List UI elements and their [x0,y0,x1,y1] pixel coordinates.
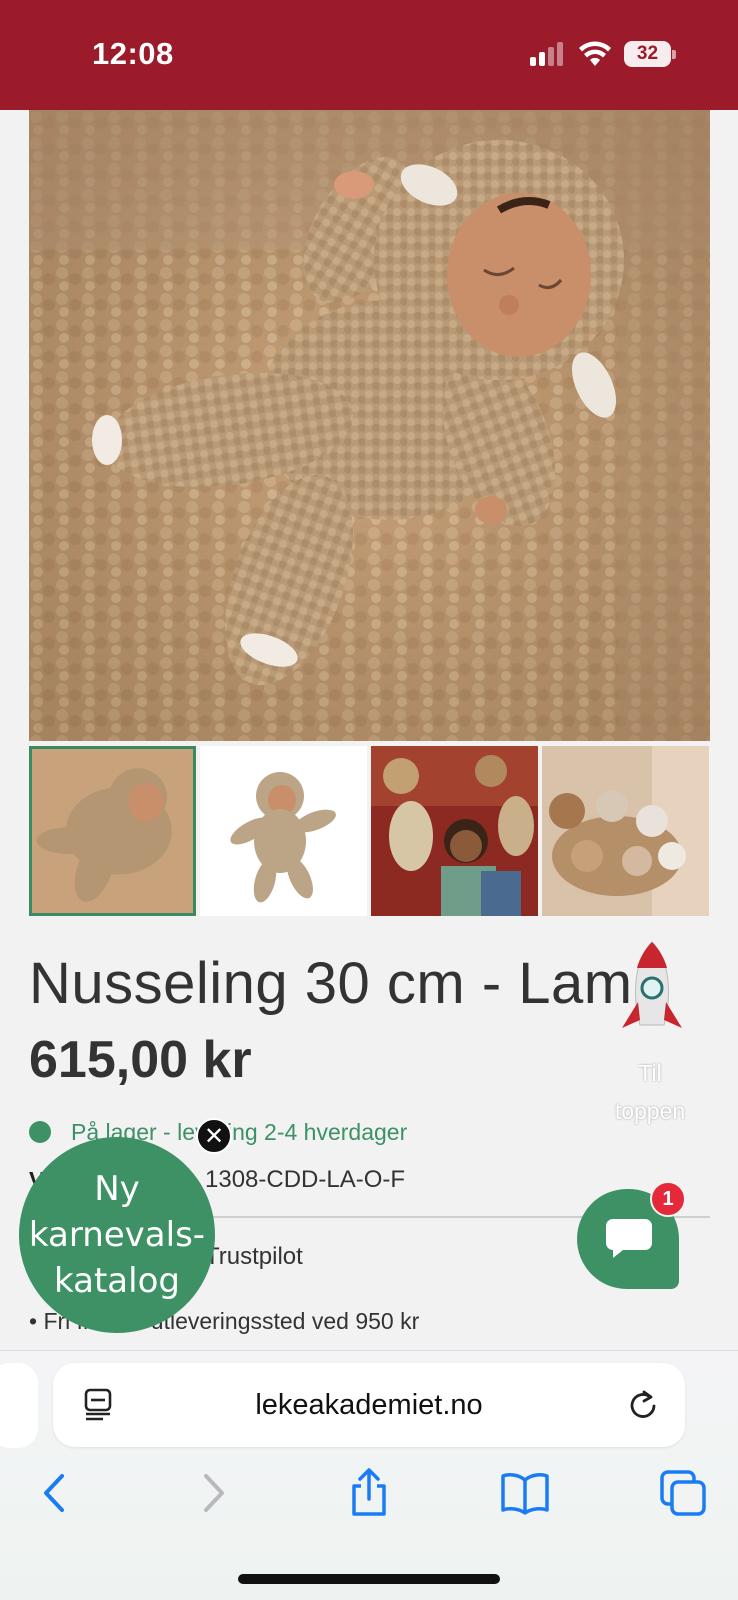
carnival-catalog-badge[interactable]: Ny karnevals- katalog [19,1137,215,1333]
status-bar: 12:08 32 [0,0,738,110]
close-icon[interactable]: ✕ [196,1118,232,1154]
scroll-to-top-label-line2: toppen [614,1098,686,1124]
chat-bubble-icon [606,1219,652,1258]
previous-tab-preview[interactable] [0,1363,38,1448]
forward-icon[interactable] [188,1468,238,1518]
back-icon[interactable] [30,1468,80,1518]
thumbnail-3[interactable] [371,746,538,916]
reload-icon[interactable] [627,1389,659,1421]
in-stock-dot-icon [29,1121,51,1143]
thumbnail-2[interactable] [200,746,367,916]
trustpilot-link[interactable]: Trustpilot [205,1243,303,1271]
thumbnail-gallery [29,746,710,916]
bookmarks-icon[interactable] [500,1468,550,1518]
product-price: 615,00 kr [29,1031,252,1089]
scroll-to-top-button[interactable]: Til toppen [590,1054,710,1130]
wifi-icon [579,41,611,66]
cellular-signal-icon [530,42,566,66]
status-time: 12:08 [92,36,174,71]
tabs-icon[interactable] [658,1468,708,1518]
product-title: Nusseling 30 cm - Lam [29,951,633,1016]
battery-level: 32 [624,41,671,67]
share-icon[interactable] [344,1468,394,1518]
home-indicator[interactable] [238,1574,500,1584]
promo-line-2: karnevals- [28,1215,206,1255]
rocket-icon[interactable] [612,940,692,1050]
chat-notification-badge: 1 [650,1181,686,1217]
url-text: lekeakademiet.no [255,1389,483,1421]
thumbnail-4[interactable] [542,746,709,916]
product-sku: 1308-CDD-LA-O-F [205,1166,406,1193]
scroll-to-top-label-line1: Til [638,1060,662,1086]
promo-line-1: Ny [94,1169,140,1209]
thumbnail-1[interactable] [29,746,196,916]
product-main-image[interactable] [29,110,710,741]
battery-icon: 32 [624,41,676,67]
address-bar[interactable]: lekeakademiet.no [53,1363,685,1447]
promo-line-3: katalog [54,1261,180,1301]
